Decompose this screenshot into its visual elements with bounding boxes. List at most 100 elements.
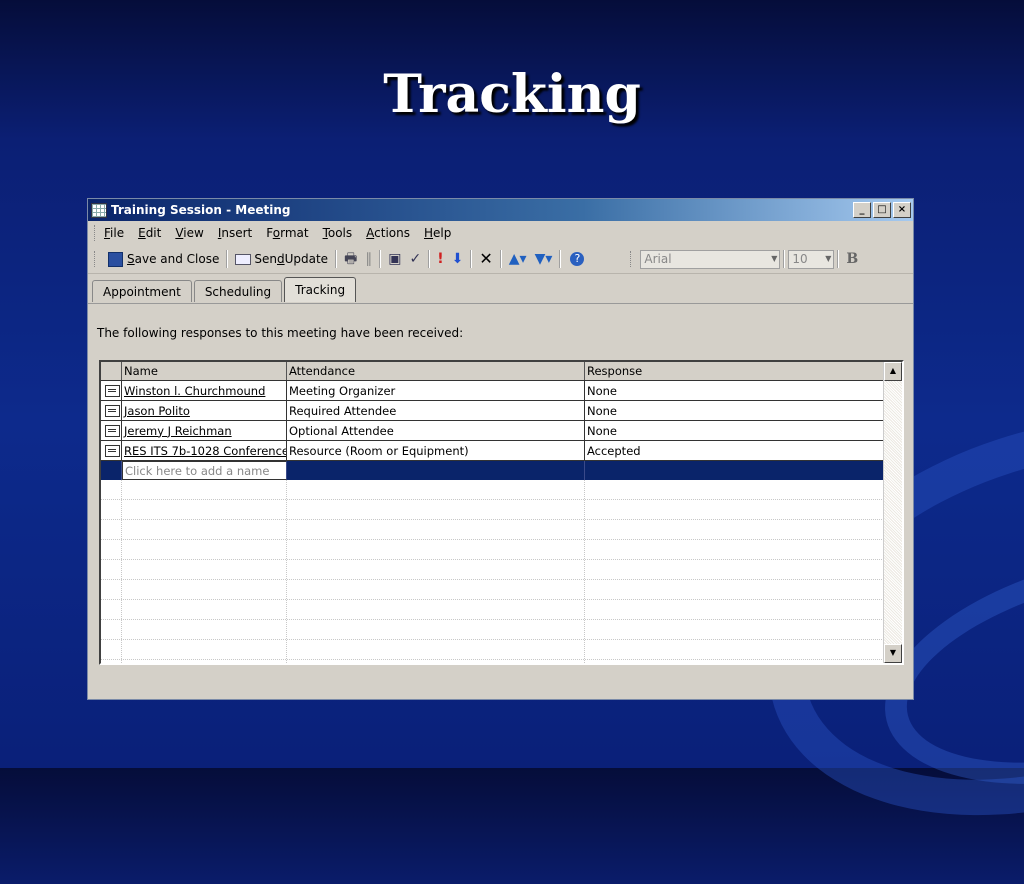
tab-scheduling[interactable]: Scheduling (193, 280, 283, 302)
font-value: Arial (644, 252, 672, 266)
menu-help[interactable]: Help (424, 226, 451, 240)
check-names-icon[interactable]: ✓ (406, 248, 426, 270)
window-title: Training Session - Meeting (111, 203, 291, 217)
tracking-intro: The following responses to this meeting … (97, 326, 464, 340)
standard-toolbar: Save and Close Sen d Update 🖶 ∥ ▣ ✓ ! ⬇ ✕… (88, 245, 913, 274)
add-name-input[interactable]: Click here to add a name (122, 461, 287, 480)
tab-tracking[interactable]: Tracking (284, 277, 357, 302)
send-update-button[interactable]: Sen d Update (231, 248, 332, 270)
meeting-window: Training Session - Meeting _ □ × File Ed… (87, 198, 914, 700)
help-icon[interactable]: ? (570, 252, 585, 266)
attendee-name[interactable]: RES ITS 7b-1028 Conference R (122, 441, 287, 460)
header-icon-column (101, 362, 122, 380)
toolbar-separator (428, 250, 431, 268)
menu-file[interactable]: File (104, 226, 124, 240)
close-button[interactable]: × (893, 202, 911, 218)
scroll-up-button[interactable]: ▲ (884, 362, 902, 381)
empty-row (101, 620, 902, 640)
tab-strip: Appointment Scheduling Tracking (88, 274, 913, 302)
response-value: None (585, 381, 884, 400)
table-row[interactable]: Jeremy J Reichman Optional Attendee None (101, 421, 902, 441)
vertical-scrollbar[interactable]: ▲ ▼ (883, 362, 902, 663)
menu-tools[interactable]: Tools (323, 226, 353, 240)
add-attendance-cell[interactable] (287, 461, 585, 480)
toolbar-separator (559, 250, 562, 268)
minimize-button[interactable]: _ (853, 202, 871, 218)
empty-row (101, 520, 902, 540)
attendance-value[interactable]: Resource (Room or Equipment) (287, 441, 585, 460)
maximize-button[interactable]: □ (873, 202, 891, 218)
empty-row (101, 500, 902, 520)
menu-insert[interactable]: Insert (218, 226, 252, 240)
attendance-value[interactable]: Required Attendee (287, 401, 585, 420)
empty-row (101, 600, 902, 620)
attendee-card-icon (104, 444, 120, 457)
response-value: Accepted (585, 441, 884, 460)
font-size-select[interactable]: 10 ▼ (788, 249, 835, 269)
add-row-icon-cell (101, 461, 122, 480)
column-header-name[interactable]: Name (122, 362, 287, 380)
attendee-card-icon (104, 424, 120, 437)
attendee-name[interactable]: Jeremy J Reichman (122, 421, 287, 440)
font-select[interactable]: Arial ▼ (640, 249, 781, 269)
table-row[interactable]: Jason Polito Required Attendee None (101, 401, 902, 421)
toolbar-grip[interactable] (630, 251, 634, 267)
attendee-name[interactable]: Winston l. Churchmound (122, 381, 287, 400)
toolbar-grip[interactable] (94, 225, 98, 241)
high-importance-icon[interactable]: ! (433, 248, 447, 270)
toolbar-grip[interactable] (94, 251, 98, 267)
menu-edit[interactable]: Edit (138, 226, 161, 240)
grid-header: Name Attendance Response (101, 362, 902, 381)
toolbar-separator (335, 250, 338, 268)
attendee-card-icon (104, 384, 120, 397)
save-and-close-button[interactable]: Save and Close (104, 248, 223, 270)
response-value: None (585, 401, 884, 420)
next-item-icon[interactable]: ▼▾ (531, 248, 557, 270)
menu-actions[interactable]: Actions (366, 226, 410, 240)
address-book-icon[interactable]: ▣ (384, 248, 405, 270)
table-row[interactable]: RES ITS 7b-1028 Conference R Resource (R… (101, 441, 902, 461)
empty-row (101, 560, 902, 580)
previous-item-icon[interactable]: ▲▾ (505, 248, 531, 270)
toolbar-separator (226, 250, 229, 268)
low-importance-icon[interactable]: ⬇ (448, 248, 468, 270)
attendee-cell-icon (101, 381, 122, 400)
empty-row (101, 540, 902, 560)
tracking-panel: The following responses to this meeting … (88, 303, 913, 699)
add-attendee-row[interactable]: Click here to add a name (101, 461, 902, 480)
font-size-value: 10 (792, 252, 808, 266)
chevron-down-icon: ▼ (771, 253, 778, 263)
table-row[interactable]: Winston l. Churchmound Meeting Organizer… (101, 381, 902, 401)
toolbar-separator (783, 250, 786, 268)
column-header-response[interactable]: Response (585, 362, 884, 380)
attendee-card-icon (104, 404, 120, 417)
add-response-cell (585, 461, 884, 480)
menu-bar: File Edit View Insert Format Tools Actio… (88, 221, 913, 245)
toolbar-separator (837, 250, 840, 268)
empty-row (101, 660, 902, 663)
menu-format[interactable]: Format (266, 226, 308, 240)
save-icon (108, 251, 123, 267)
attendee-grid: Name Attendance Response Winston l. Chur… (99, 360, 904, 665)
paperclip-icon[interactable]: ∥ (361, 248, 376, 270)
toolbar-separator (499, 250, 502, 268)
toolbar-separator (470, 250, 473, 268)
menu-view[interactable]: View (175, 226, 203, 240)
print-icon[interactable]: 🖶 (340, 248, 361, 270)
slide-title: Tracking (383, 64, 641, 125)
column-header-attendance[interactable]: Attendance (287, 362, 585, 380)
attendance-value[interactable]: Optional Attendee (287, 421, 585, 440)
attendee-name[interactable]: Jason Polito (122, 401, 287, 420)
bold-button[interactable]: B (842, 248, 862, 270)
window-titlebar[interactable]: Training Session - Meeting _ □ × (88, 199, 913, 221)
scroll-down-button[interactable]: ▼ (884, 644, 902, 663)
tab-appointment[interactable]: Appointment (92, 280, 192, 302)
attendee-cell-icon (101, 421, 122, 440)
toolbar-separator (379, 250, 382, 268)
attendance-value[interactable]: Meeting Organizer (287, 381, 585, 400)
attendee-cell-icon (101, 441, 122, 460)
empty-row (101, 480, 902, 500)
delete-icon[interactable]: ✕ (475, 248, 496, 270)
response-value: None (585, 421, 884, 440)
envelope-icon (235, 253, 252, 265)
